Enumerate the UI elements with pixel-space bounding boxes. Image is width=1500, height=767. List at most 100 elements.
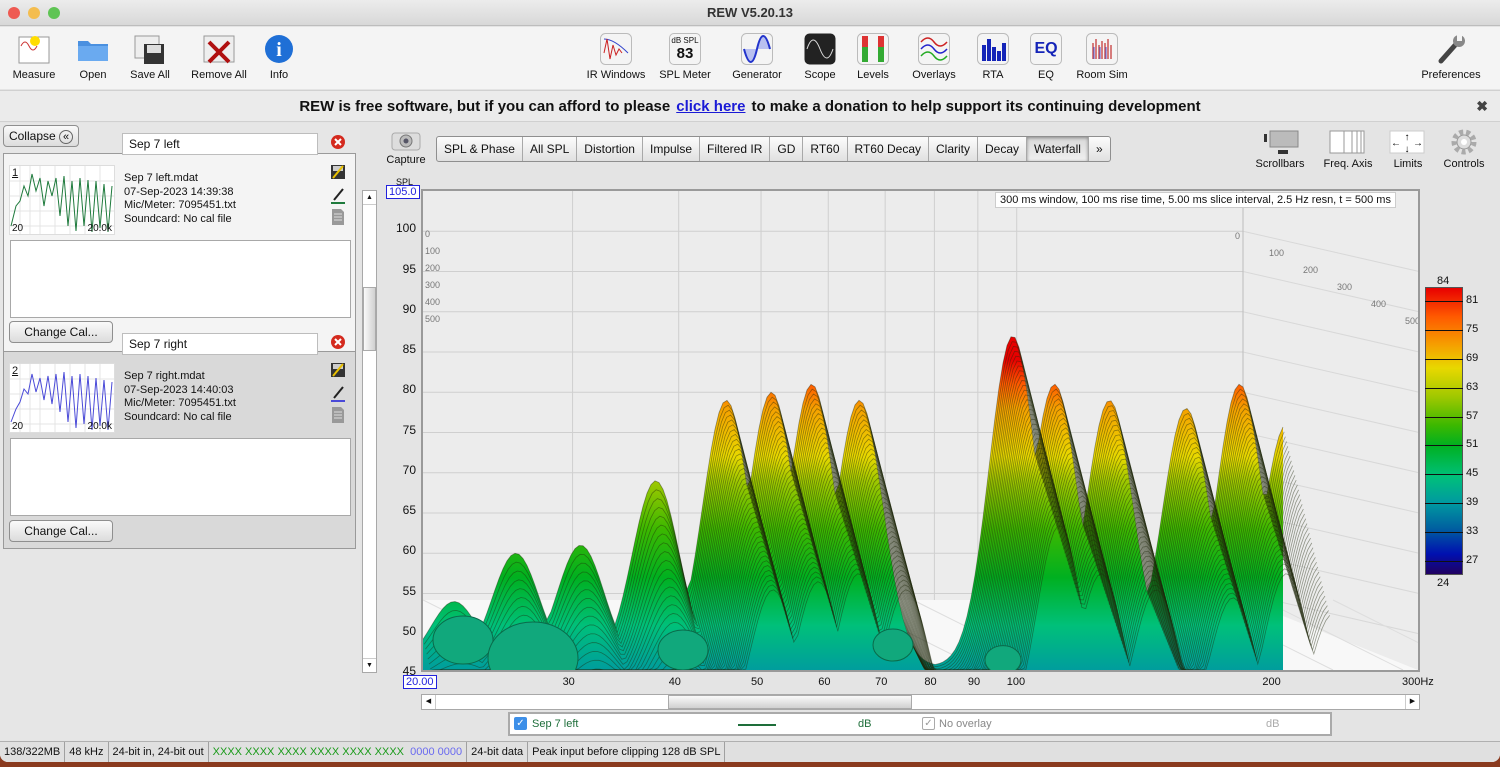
remove-measurement-icon[interactable] bbox=[330, 134, 348, 152]
measurement-info: Sep 7 left.mdat 07-Sep-2023 14:39:38 Mic… bbox=[124, 172, 236, 225]
status-input-levels: XXXX XXXX XXXX XXXX XXXX XXXX 0000 0000 bbox=[209, 742, 468, 762]
collapse-button[interactable]: Collapse « bbox=[3, 125, 79, 147]
remove-all-button[interactable]: Remove All bbox=[188, 33, 250, 81]
freq-axis-button[interactable]: Freq. Axis bbox=[1318, 129, 1378, 170]
colorbar-tick bbox=[1425, 416, 1463, 418]
svg-text:↑: ↑ bbox=[1405, 132, 1410, 143]
legend-checkbox-overlay[interactable]: ✓ bbox=[922, 717, 935, 730]
waterfall-plot[interactable]: 0 0 100 100 200 200 300 300 400 400 500 500 bbox=[421, 189, 1420, 672]
tab-decay[interactable]: Decay bbox=[978, 137, 1028, 161]
measurement-name-field[interactable]: Sep 7 right bbox=[122, 333, 318, 355]
measurement-panel-2[interactable]: Sep 7 right 2 20 20.0k Sep 7 right.mdat … bbox=[3, 333, 356, 549]
trace-color-pen-icon[interactable] bbox=[330, 187, 348, 205]
waterfall-settings-label: 300 ms window, 100 ms rise time, 5.00 ms… bbox=[995, 192, 1396, 208]
tab-rt60[interactable]: RT60 bbox=[803, 137, 848, 161]
save-measurement-icon[interactable] bbox=[330, 164, 348, 182]
rta-bars-icon bbox=[977, 33, 1009, 65]
overlays-button[interactable]: Overlays bbox=[908, 33, 960, 81]
tab-more[interactable]: » bbox=[1089, 137, 1110, 161]
sine-wave-icon bbox=[741, 33, 773, 65]
zoom-window-button[interactable] bbox=[48, 7, 60, 19]
save-measurement-icon[interactable] bbox=[330, 362, 348, 380]
y-tick-label: 100 bbox=[395, 221, 416, 236]
grid-line bbox=[1242, 391, 1418, 433]
ir-windows-button[interactable]: IR Windows bbox=[586, 33, 646, 81]
gear-icon bbox=[1451, 129, 1477, 155]
scrollbar-thumb[interactable] bbox=[668, 695, 912, 709]
tab-waterfall[interactable]: Waterfall bbox=[1027, 137, 1089, 161]
colorbar-tick-label: 81 bbox=[1466, 294, 1479, 307]
colorbar-tick bbox=[1425, 503, 1463, 504]
close-banner-icon[interactable]: ✖ bbox=[1476, 91, 1488, 122]
tab-impulse[interactable]: Impulse bbox=[643, 137, 701, 161]
minimize-window-button[interactable] bbox=[28, 7, 40, 19]
close-window-button[interactable] bbox=[8, 7, 20, 19]
notes-document-icon[interactable] bbox=[330, 208, 348, 226]
remove-measurement-icon[interactable] bbox=[330, 334, 348, 352]
freq-axis-icon bbox=[1329, 130, 1365, 154]
tab-all-spl[interactable]: All SPL bbox=[523, 137, 578, 161]
graph-legend: ✓ Sep 7 left dB ✓ No overlay dB bbox=[508, 712, 1332, 736]
scroll-right-arrow-icon[interactable]: ▶ bbox=[1405, 695, 1419, 709]
y-max-field[interactable]: 105.0 bbox=[386, 185, 420, 199]
y-tick-label: 70 bbox=[402, 462, 416, 477]
measure-button[interactable]: Measure bbox=[10, 33, 58, 81]
room-sim-button[interactable]: Room Sim bbox=[1074, 33, 1130, 81]
eq-button[interactable]: EQ EQ bbox=[1028, 33, 1064, 81]
colorbar-tick bbox=[1425, 387, 1463, 389]
time-tick-label-left: 500 bbox=[425, 314, 440, 324]
donation-banner: REW is free software, but if you can aff… bbox=[0, 90, 1500, 122]
measurements-vertical-scrollbar[interactable]: ▲ ▼ bbox=[362, 190, 377, 673]
y-tick-label: 85 bbox=[402, 342, 416, 356]
measurement-notes-textarea[interactable] bbox=[10, 240, 351, 318]
levels-button[interactable]: Levels bbox=[853, 33, 893, 81]
notes-document-icon[interactable] bbox=[330, 406, 348, 424]
donate-link[interactable]: click here bbox=[676, 98, 745, 115]
capture-button[interactable]: Capture bbox=[385, 129, 427, 166]
info-button[interactable]: i Info bbox=[262, 33, 296, 81]
tab-distortion[interactable]: Distortion bbox=[577, 137, 643, 161]
colorbar-tick-label: 45 bbox=[1466, 467, 1479, 480]
change-cal-button-2[interactable]: Change Cal... bbox=[9, 520, 113, 542]
scrollbars-button[interactable]: Scrollbars bbox=[1250, 129, 1310, 170]
legend-checkbox-sep7left[interactable]: ✓ bbox=[514, 717, 527, 730]
colorbar-tick-label: 63 bbox=[1466, 380, 1479, 393]
rta-button[interactable]: RTA bbox=[975, 33, 1011, 81]
generator-button[interactable]: Generator bbox=[728, 33, 786, 81]
save-all-button[interactable]: Save All bbox=[126, 33, 174, 81]
measure-icon bbox=[18, 33, 50, 65]
spl-meter-button[interactable]: dB SPL 83 SPL Meter bbox=[656, 33, 714, 81]
colorbar-tick bbox=[1425, 359, 1463, 360]
svg-text:←: ← bbox=[1391, 138, 1401, 149]
measurement-thumbnail[interactable]: 1 20 20.0k bbox=[9, 165, 115, 235]
trace-color-pen-icon[interactable] bbox=[330, 385, 348, 403]
colorbar-min: 24 bbox=[1437, 577, 1450, 589]
tab-gd[interactable]: GD bbox=[770, 137, 804, 161]
tab-spl-phase[interactable]: SPL & Phase bbox=[437, 137, 523, 161]
measurement-thumbnail[interactable]: 2 20 20.0k bbox=[9, 363, 115, 433]
colorbar-tick bbox=[1425, 560, 1463, 562]
scroll-up-arrow-icon[interactable]: ▲ bbox=[363, 191, 376, 205]
status-bit-depth: 24-bit in, 24-bit out bbox=[109, 742, 209, 762]
ir-windows-icon bbox=[600, 33, 632, 65]
measurement-notes-textarea[interactable] bbox=[10, 438, 351, 516]
y-tick-label: 80 bbox=[402, 382, 416, 397]
measurement-name-field[interactable]: Sep 7 left bbox=[122, 133, 318, 155]
tab-rt60-decay[interactable]: RT60 Decay bbox=[848, 137, 929, 161]
scrollbar-thumb[interactable] bbox=[363, 287, 376, 351]
colorbar-max: 84 bbox=[1437, 275, 1450, 287]
change-cal-button-1[interactable]: Change Cal... bbox=[9, 321, 113, 343]
graph-horizontal-scrollbar[interactable]: ◀ ▶ bbox=[421, 694, 1420, 710]
scope-button[interactable]: Scope bbox=[800, 33, 840, 81]
scroll-left-arrow-icon[interactable]: ◀ bbox=[422, 695, 436, 709]
scroll-down-arrow-icon[interactable]: ▼ bbox=[363, 658, 376, 672]
tab-clarity[interactable]: Clarity bbox=[929, 137, 979, 161]
tab-filtered-ir[interactable]: Filtered IR bbox=[700, 137, 771, 161]
x-tick-label: 70 bbox=[875, 676, 888, 688]
waterfall-low-slice bbox=[432, 615, 494, 665]
time-tick-label-right: 400 bbox=[1371, 299, 1386, 309]
controls-button[interactable]: Controls bbox=[1438, 129, 1490, 170]
preferences-button[interactable]: Preferences bbox=[1418, 33, 1484, 81]
limits-button[interactable]: ↑ ↓ ← → Limits bbox=[1386, 129, 1430, 170]
open-button[interactable]: Open bbox=[72, 33, 114, 81]
